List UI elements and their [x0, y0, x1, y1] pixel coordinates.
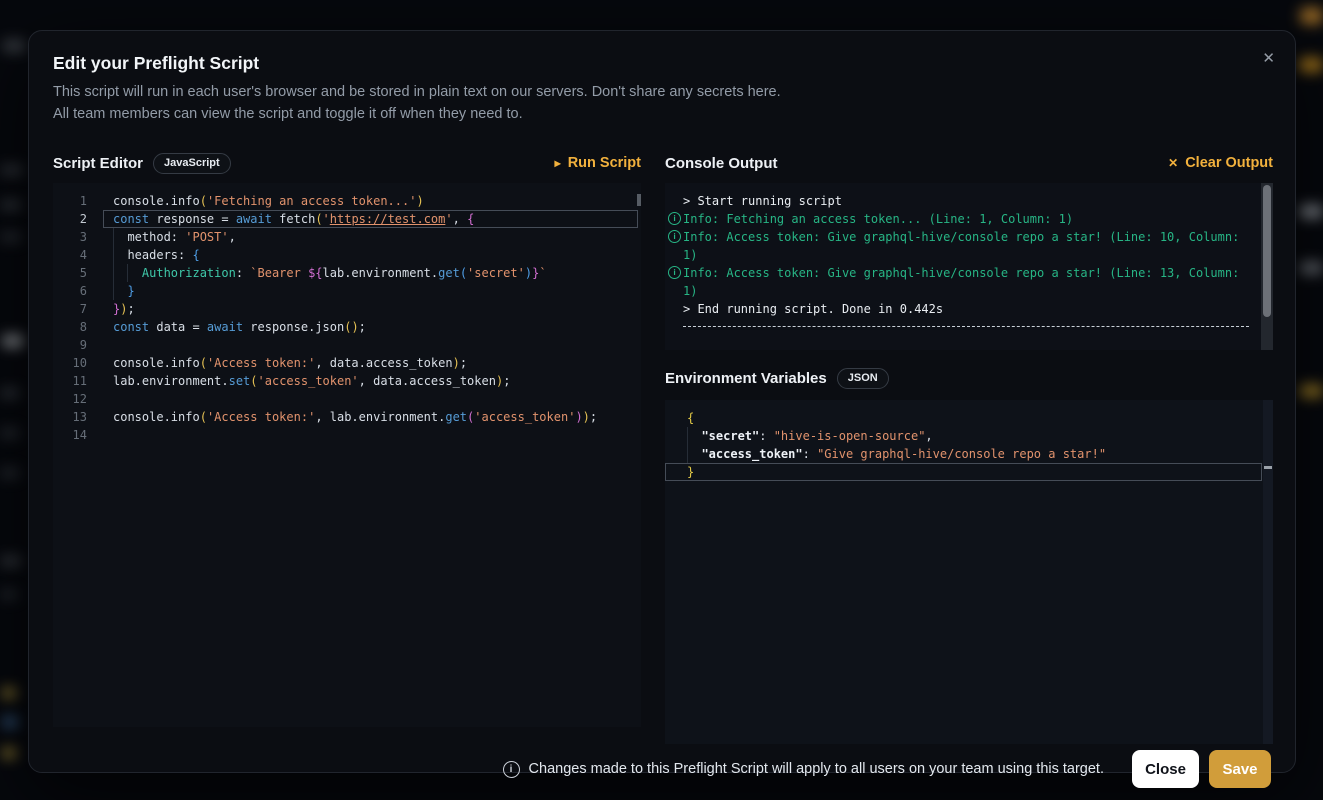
close-button[interactable]: Close [1132, 750, 1199, 788]
backdrop-blur [1299, 205, 1323, 218]
code-line[interactable]: 3 method: 'POST', [53, 228, 641, 246]
line-number: 8 [53, 318, 103, 336]
line-number: 12 [53, 390, 103, 408]
code-line[interactable]: { [665, 409, 1262, 427]
modal-footer: i Changes made to this Preflight Script … [53, 749, 1271, 789]
backdrop-blur [0, 165, 24, 175]
output-section: Console Output ✕ Clear Output > Start ru… [665, 149, 1273, 744]
environment-variables-title: Environment Variables [665, 370, 827, 387]
console-line: iInfo: Fetching an access token... (Line… [665, 210, 1273, 228]
backdrop-blur [2, 688, 16, 698]
run-script-button[interactable]: ▸ Run Script [555, 155, 641, 171]
line-number: 6 [53, 282, 103, 300]
code-line[interactable]: 6 } [53, 282, 641, 300]
script-editor-section: Script Editor JavaScript ▸ Run Script 1c… [53, 149, 641, 744]
line-number: 5 [53, 264, 103, 282]
console-line: > End running script. Done in 0.442s [665, 300, 1273, 318]
line-number: 11 [53, 372, 103, 390]
env-scrollbar[interactable] [1263, 400, 1273, 744]
console-output-title: Console Output [665, 155, 778, 172]
line-number: 3 [53, 228, 103, 246]
code-line[interactable]: 7}); [53, 300, 641, 318]
code-line[interactable]: 8const data = await response.json(); [53, 318, 641, 336]
backdrop-blur [2, 40, 26, 52]
code-line[interactable]: "secret": "hive-is-open-source", [665, 427, 1262, 445]
indent-guide [687, 427, 688, 445]
line-number: 7 [53, 300, 103, 318]
code-line[interactable]: 13console.info('Access token:', lab.envi… [53, 408, 641, 426]
code-line[interactable]: 12 [53, 390, 641, 408]
close-icon[interactable]: ✕ [1262, 51, 1275, 66]
line-number: 4 [53, 246, 103, 264]
code-line[interactable]: 2const response = await fetch('https://t… [53, 210, 641, 228]
indent-guide [687, 445, 688, 463]
console-line: 1) [665, 282, 1273, 300]
script-editor-title: Script Editor [53, 155, 143, 172]
console-line: iInfo: Access token: Give graphql-hive/c… [665, 264, 1273, 282]
line-number: 13 [53, 408, 103, 426]
console-line: 1) [665, 246, 1273, 264]
modal-description-line2: All team members can view the script and… [53, 103, 1271, 125]
script-editor[interactable]: 1console.info('Fetching an access token.… [53, 183, 641, 727]
indent-guide [113, 264, 114, 282]
code-line[interactable]: 1console.info('Fetching an access token.… [53, 192, 641, 210]
console-separator [683, 326, 1249, 327]
backdrop-blur [1299, 58, 1323, 72]
code-line[interactable]: 10console.info('Access token:', data.acc… [53, 354, 641, 372]
console-line: > Start running script [665, 192, 1273, 210]
code-line[interactable]: 5 Authorization: `Bearer ${lab.environme… [53, 264, 641, 282]
line-number: 10 [53, 354, 103, 372]
preflight-script-modal: ✕ Edit your Preflight Script This script… [28, 30, 1296, 773]
line-number: 1 [53, 192, 103, 210]
info-icon: i [668, 230, 681, 243]
code-line[interactable]: 4 headers: { [53, 246, 641, 264]
backdrop-blur [0, 232, 22, 242]
backdrop-blur [0, 468, 20, 478]
backdrop-blur [1299, 262, 1323, 274]
code-line[interactable]: 11lab.environment.set('access_token', da… [53, 372, 641, 390]
info-icon: i [668, 212, 681, 225]
backdrop-blur [0, 388, 20, 398]
info-icon: i [668, 266, 681, 279]
indent-guide [127, 264, 128, 282]
indent-guide [113, 282, 114, 300]
indent-guide [113, 246, 114, 264]
modal-description: This script will run in each user's brow… [53, 81, 1271, 125]
clear-output-label: Clear Output [1185, 155, 1273, 171]
modal-title: Edit your Preflight Script [53, 53, 1271, 74]
run-script-label: Run Script [568, 155, 641, 171]
info-icon: i [503, 761, 520, 778]
code-line[interactable]: } [665, 463, 1262, 481]
backdrop-blur [0, 590, 18, 599]
line-number: 9 [53, 336, 103, 354]
play-icon: ▸ [555, 157, 561, 169]
backdrop-blur [2, 748, 16, 758]
language-badge: JavaScript [153, 153, 231, 174]
backdrop-blur [0, 556, 22, 566]
code-line[interactable]: "access_token": "Give graphql-hive/conso… [665, 445, 1262, 463]
backdrop-blur [0, 428, 20, 438]
env-scroll-mark [1264, 466, 1272, 469]
json-badge: JSON [837, 368, 889, 389]
backdrop-blur [0, 200, 22, 210]
backdrop-blur [2, 335, 24, 347]
modal-description-line1: This script will run in each user's brow… [53, 81, 1271, 103]
backdrop-blur [1299, 385, 1323, 397]
line-number: 2 [53, 210, 103, 228]
backdrop-blur [1300, 8, 1323, 24]
backdrop-blur [2, 716, 18, 728]
console-line: iInfo: Access token: Give graphql-hive/c… [665, 228, 1273, 246]
footer-note: Changes made to this Preflight Script wi… [529, 761, 1104, 777]
console-output[interactable]: > Start running scriptiInfo: Fetching an… [665, 183, 1273, 350]
clear-icon: ✕ [1168, 157, 1178, 169]
save-button[interactable]: Save [1209, 750, 1271, 788]
code-line[interactable]: 14 [53, 426, 641, 444]
environment-variables-editor[interactable]: { "secret": "hive-is-open-source", "acce… [665, 400, 1273, 744]
indent-guide [113, 228, 114, 246]
line-number: 14 [53, 426, 103, 444]
clear-output-button[interactable]: ✕ Clear Output [1168, 155, 1273, 171]
code-line[interactable]: 9 [53, 336, 641, 354]
